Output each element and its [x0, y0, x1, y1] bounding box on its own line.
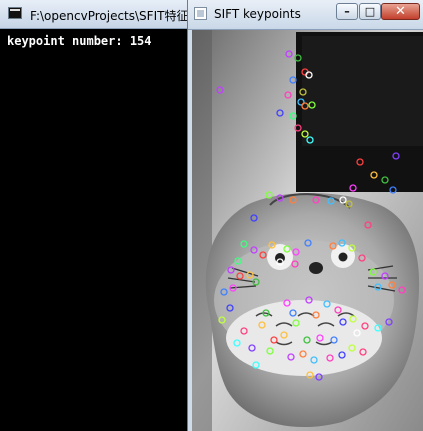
plush-nose — [309, 262, 323, 274]
window-app-icon — [194, 7, 207, 20]
close-button[interactable]: ✕ — [381, 3, 420, 20]
sift-keypoints-window[interactable]: SIFT keypoints – □ ✕ — [188, 0, 423, 431]
right-eye-pupil — [338, 252, 348, 262]
console-title: F:\opencvProjects\SFIT特征 — [30, 9, 188, 23]
image-window-title: SIFT keypoints — [214, 7, 301, 21]
console-output-area: keypoint number: 154 — [0, 29, 187, 431]
keypoint-image — [192, 30, 423, 431]
maximize-button[interactable]: □ — [359, 3, 381, 20]
maximize-icon: □ — [364, 5, 376, 18]
close-icon: ✕ — [395, 4, 406, 19]
console-output-text: keypoint number: 154 — [7, 34, 152, 48]
keypoint-image-canvas — [192, 30, 423, 431]
console-window[interactable]: F:\opencvProjects\SFIT特征 keypoint number… — [0, 0, 188, 431]
console-titlebar[interactable]: F:\opencvProjects\SFIT特征 — [0, 0, 187, 29]
minimize-icon: – — [344, 5, 350, 18]
monitor-screen — [302, 36, 423, 146]
left-shadow — [192, 30, 212, 431]
console-app-icon — [8, 7, 22, 19]
minimize-button[interactable]: – — [336, 3, 358, 20]
image-window-titlebar[interactable]: SIFT keypoints – □ ✕ — [188, 0, 423, 30]
